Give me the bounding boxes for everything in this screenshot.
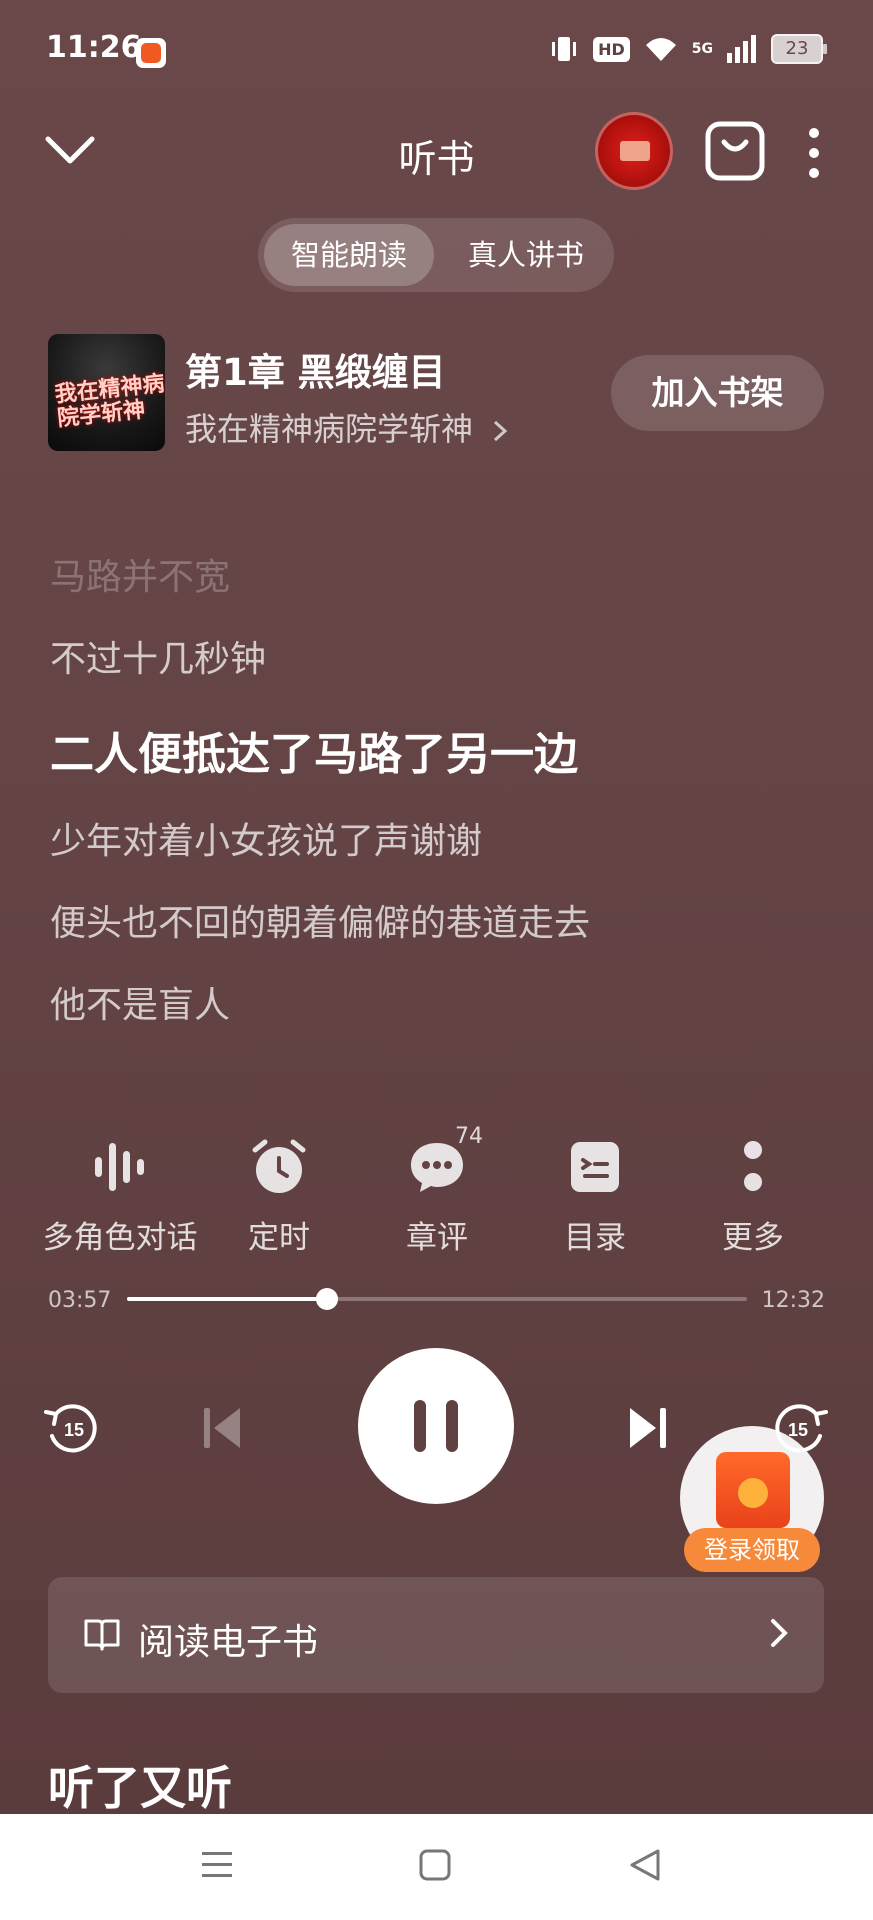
progress-fill	[127, 1297, 327, 1301]
previous-chapter-icon[interactable]	[192, 1398, 252, 1458]
transcript-line[interactable]: 便头也不回的朝着偏僻的巷道走去	[50, 894, 590, 946]
reading-mode-switch: 智能朗读 真人讲书	[258, 218, 614, 292]
table-of-contents-button[interactable]: 目录	[515, 1136, 675, 1257]
hd-badge: HD	[593, 36, 630, 62]
progress-thumb[interactable]	[316, 1288, 338, 1310]
book-cover[interactable]: 我在精神病院学斩神	[48, 334, 165, 451]
next-chapter-icon[interactable]	[620, 1398, 680, 1458]
rewind-seconds: 15	[64, 1420, 84, 1440]
current-time: 03:57	[48, 1288, 112, 1313]
pause-button[interactable]	[358, 1348, 514, 1504]
book-name-link[interactable]: 我在精神病院学斩神	[185, 404, 509, 450]
timer-button[interactable]: 定时	[199, 1136, 359, 1257]
more-vertical-icon[interactable]	[804, 125, 824, 181]
signal-icon	[727, 35, 756, 63]
back-triangle-icon[interactable]	[628, 1848, 662, 1882]
read-ebook-button[interactable]: 阅读电子书	[48, 1577, 824, 1693]
transcript-line[interactable]: 不过十几秒钟	[50, 630, 266, 682]
func-label: 更多	[722, 1220, 784, 1256]
red-gift-badge[interactable]	[595, 112, 673, 190]
chapter-comments-button[interactable]: 章评	[357, 1136, 517, 1257]
read-ebook-label: 阅读电子书	[138, 1622, 319, 1663]
func-label: 多角色对话	[42, 1220, 198, 1256]
voice-wave-icon	[95, 1143, 144, 1191]
menu-icon[interactable]	[200, 1848, 234, 1882]
section-title: 听了又听	[48, 1761, 232, 1815]
home-icon[interactable]	[418, 1848, 452, 1882]
status-time: 11:26	[46, 30, 142, 65]
transcript-line[interactable]: 少年对着小女孩说了声谢谢	[50, 812, 482, 864]
more-dots-icon	[744, 1141, 762, 1191]
comment-count-badge: 74	[455, 1124, 483, 1149]
total-time: 12:32	[761, 1288, 825, 1313]
chapter-title: 第1章 黑缎缠目	[185, 351, 446, 394]
chevron-right-icon	[771, 1619, 788, 1647]
more-options-button[interactable]: 更多	[673, 1136, 833, 1257]
func-label: 章评	[406, 1220, 468, 1256]
cover-title: 我在精神病院学斩神	[53, 371, 165, 432]
rewind-15-icon[interactable]: 15	[42, 1398, 102, 1458]
tab-smart-reading[interactable]: 智能朗读	[264, 224, 434, 286]
transcript-line[interactable]: 马路并不宽	[50, 548, 230, 600]
promo-label: 登录领取	[684, 1528, 820, 1572]
add-to-bookshelf-button[interactable]: 加入书架	[611, 355, 824, 431]
func-label: 目录	[564, 1220, 626, 1256]
multi-role-dialog-button[interactable]: 多角色对话	[40, 1136, 200, 1257]
shopping-bag-icon[interactable]	[704, 120, 766, 182]
system-navigation-bar	[0, 1814, 873, 1920]
func-label: 定时	[248, 1220, 310, 1256]
open-book-icon	[84, 1619, 120, 1651]
app-notification-icon	[136, 38, 166, 68]
chevron-right-icon	[494, 420, 508, 442]
battery-icon: 23	[771, 34, 827, 64]
login-reward-float[interactable]: 登录领取	[680, 1426, 824, 1572]
tab-human-narration[interactable]: 真人讲书	[444, 224, 608, 286]
transcript-line-current[interactable]: 二人便抵达了马路了另一边	[50, 718, 578, 782]
book-name: 我在精神病院学斩神	[185, 410, 474, 448]
wifi-icon	[645, 38, 676, 61]
alarm-clock-icon	[252, 1139, 306, 1193]
transcript-line[interactable]: 他不是盲人	[50, 976, 230, 1028]
status-icons: HD 5G 23	[549, 34, 827, 64]
red-envelope-icon	[716, 1452, 790, 1528]
vibrate-icon	[552, 37, 577, 61]
network-type: 5G	[691, 41, 713, 57]
table-of-contents-icon	[571, 1142, 619, 1192]
